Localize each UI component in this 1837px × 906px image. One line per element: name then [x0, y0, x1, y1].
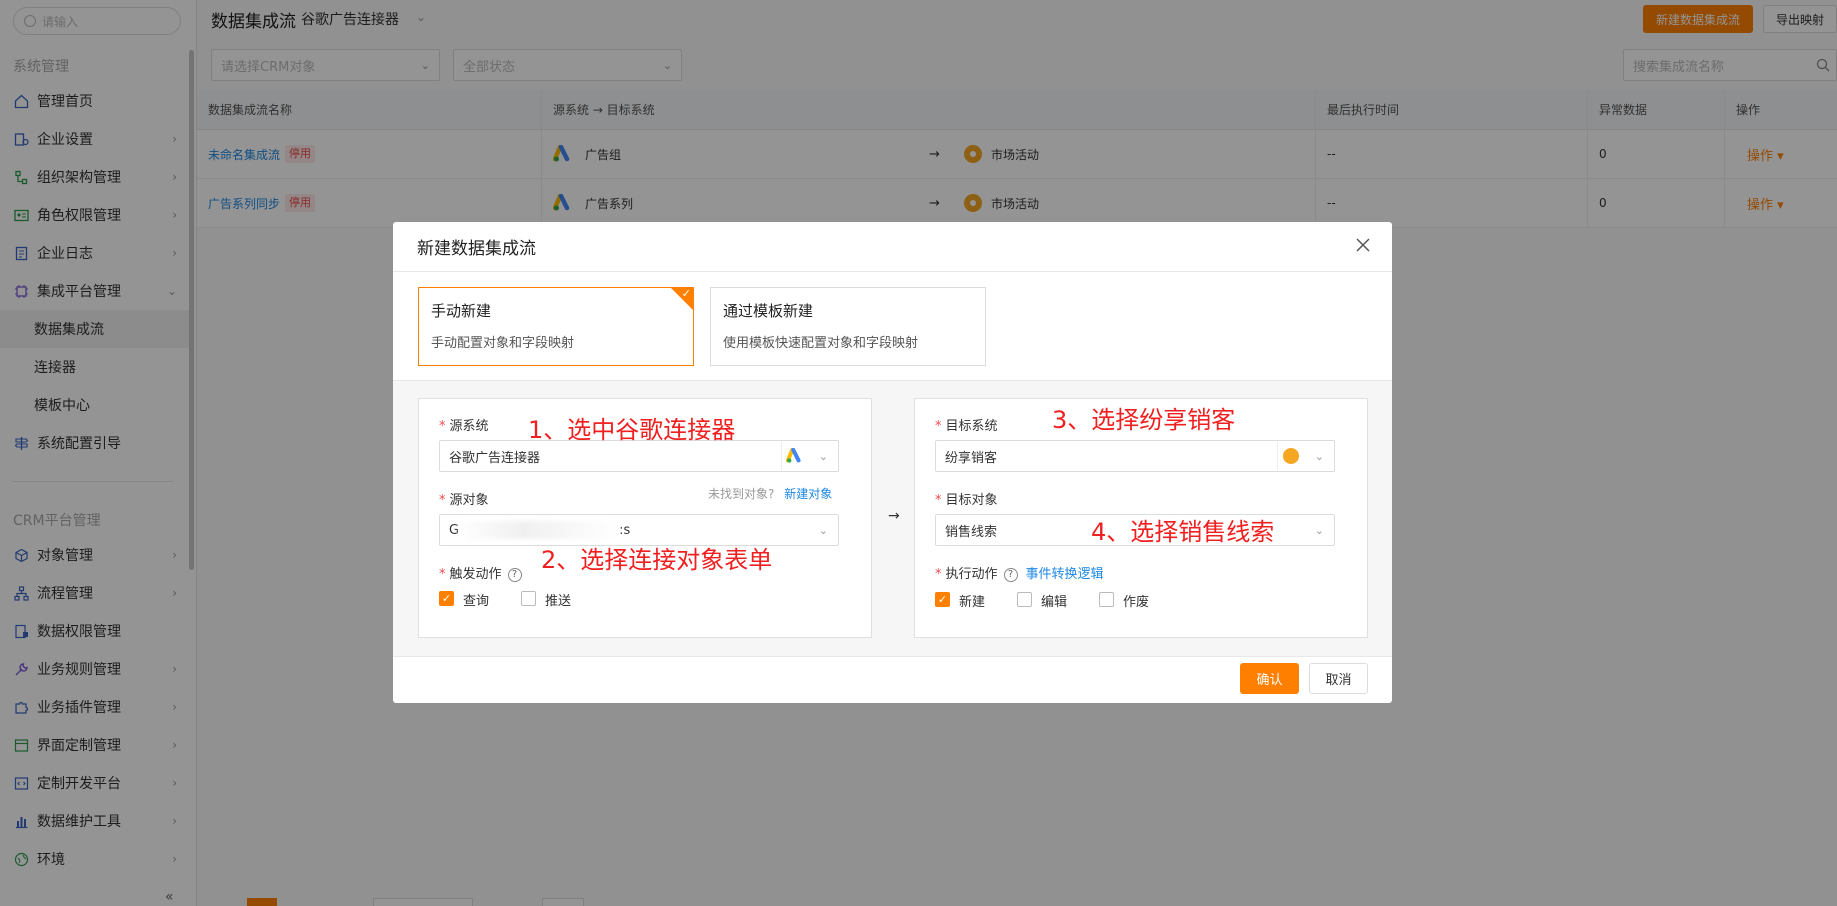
trigger-push-label: 推送: [545, 594, 572, 609]
action-void-checkbox[interactable]: [1099, 592, 1114, 607]
card-title: 通过模板新建: [723, 302, 814, 320]
card-title: 手动新建: [431, 302, 492, 320]
manual-create-card[interactable]: 手动新建 手动配置对象和字段映射 ✓: [418, 287, 694, 366]
exec-action-label: * 执行动作? 事件转换逻辑: [935, 567, 1104, 582]
object-hint: 未找到对象? 新建对象: [708, 487, 833, 501]
trigger-action-label: * 触发动作?: [439, 563, 522, 582]
event-logic-link[interactable]: 事件转换逻辑: [1026, 567, 1104, 582]
action-create-label: 新建: [959, 595, 986, 610]
chevron-down-icon: ⌄: [1314, 523, 1324, 537]
confirm-button[interactable]: 确认: [1240, 663, 1299, 694]
annotation-step-3: 3、选择纷享销客: [1052, 406, 1236, 434]
action-create-checkbox[interactable]: ✓: [935, 592, 950, 607]
crm-logo-icon: [1277, 442, 1303, 470]
action-edit-label: 编辑: [1041, 595, 1068, 610]
chevron-down-icon: ⌄: [818, 523, 828, 537]
action-edit-checkbox[interactable]: [1017, 592, 1032, 607]
trigger-query-label: 查询: [463, 594, 490, 609]
cancel-button[interactable]: 取消: [1309, 663, 1368, 694]
target-system-select[interactable]: 纷享销客 ⌄: [935, 440, 1335, 472]
divider: [393, 271, 1392, 272]
chevron-down-icon: ⌄: [818, 449, 828, 463]
source-system-label: * 源系统: [439, 419, 489, 434]
card-desc: 手动配置对象和字段映射: [431, 336, 575, 351]
source-object-label: * 源对象: [439, 493, 489, 508]
arrow-right-icon: →: [888, 508, 900, 524]
divider: [393, 656, 1392, 657]
dialog-title: 新建数据集成流: [417, 239, 536, 259]
annotation-step-2: 2、选择连接对象表单: [541, 546, 773, 574]
action-void-label: 作废: [1123, 595, 1150, 610]
close-icon[interactable]: [1355, 234, 1371, 258]
check-icon: ✓: [681, 287, 691, 300]
redacted-text: [459, 521, 620, 539]
help-icon[interactable]: ?: [507, 567, 522, 582]
google-ads-icon: [781, 442, 807, 470]
template-create-card[interactable]: 通过模板新建 使用模板快速配置对象和字段映射: [710, 287, 986, 366]
target-object-label: * 目标对象: [935, 493, 998, 508]
card-desc: 使用模板快速配置对象和字段映射: [723, 336, 919, 351]
new-object-link[interactable]: 新建对象: [784, 487, 832, 501]
target-system-label: * 目标系统: [935, 419, 998, 434]
trigger-push-checkbox[interactable]: [521, 591, 536, 606]
help-icon[interactable]: ?: [1003, 567, 1018, 582]
annotation-step-1: 1、选中谷歌连接器: [528, 416, 736, 444]
trigger-query-checkbox[interactable]: ✓: [439, 591, 454, 606]
chevron-down-icon: ⌄: [1314, 449, 1324, 463]
annotation-step-4: 4、选择销售线索: [1091, 518, 1275, 546]
new-data-flow-dialog: 新建数据集成流 手动新建 手动配置对象和字段映射 ✓ 通过模板新建 使用模板快速…: [393, 222, 1392, 703]
